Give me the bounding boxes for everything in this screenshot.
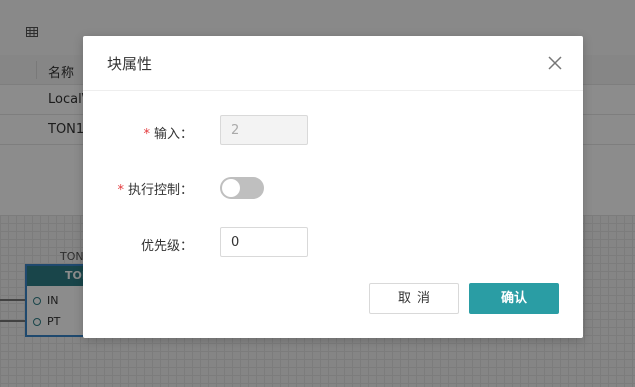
cancel-button[interactable]: 取消 (369, 283, 459, 314)
dialog-title: 块属性 (107, 55, 153, 73)
required-mark: * (143, 127, 150, 142)
input-label: * 输入： (143, 123, 193, 142)
priority-label: 优先级： (140, 239, 193, 254)
exec-control-toggle[interactable] (220, 177, 264, 199)
priority-field[interactable] (220, 227, 308, 257)
required-mark: * (117, 183, 124, 198)
exec-control-label: * 执行控制： (117, 179, 193, 198)
dialog-header: 块属性 (83, 36, 583, 91)
input-count-field (220, 115, 308, 145)
exec-control-label-text: 执行控制： (127, 183, 193, 198)
block-properties-dialog: 块属性 *输入： *执行控制： 优先级： 取消 确认 (83, 36, 583, 338)
confirm-button[interactable]: 确认 (469, 283, 559, 314)
toggle-knob (222, 179, 240, 197)
close-icon[interactable] (547, 55, 563, 71)
input-label-text: 输入： (153, 127, 193, 142)
